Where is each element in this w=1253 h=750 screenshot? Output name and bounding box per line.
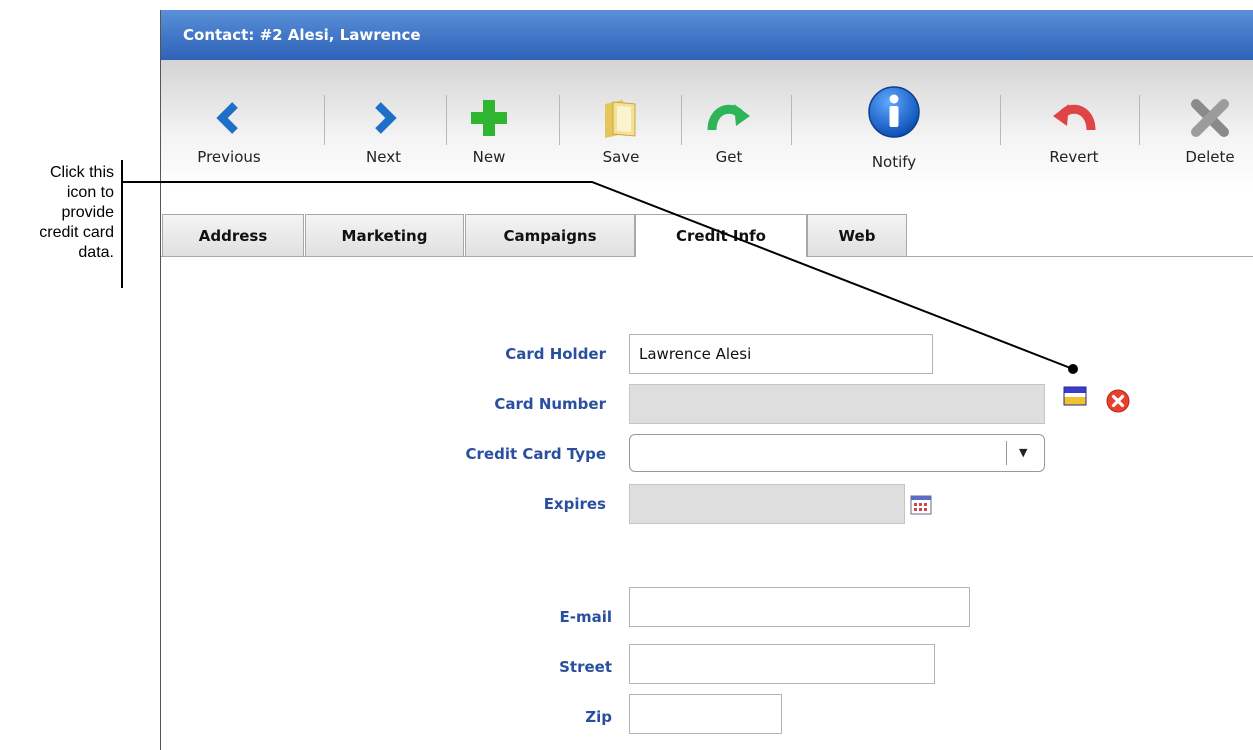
toolbar-divider [1000,95,1001,145]
street-label: Street [559,658,612,676]
notify-button[interactable]: Notify [839,60,949,190]
toolbar-divider [559,95,560,145]
chevron-right-icon [374,102,397,134]
email-label: E-mail [559,608,612,626]
get-button[interactable]: Get [689,60,769,190]
email-input[interactable] [629,587,970,627]
callout-text: Click this icon to provide credit card d… [0,163,114,263]
street-input[interactable] [629,644,935,684]
callout-bracket [121,160,123,288]
chevron-left-icon [216,102,238,134]
delete-label: Delete [1185,148,1235,166]
toolbar-divider [324,95,325,145]
new-label: New [472,148,506,166]
callout-line: provide [61,204,114,221]
card-type-select[interactable]: ▼ [629,434,1045,472]
info-icon [868,86,920,138]
next-button[interactable]: Next [336,60,431,190]
window-titlebar: Contact: #2 Alesi, Lawrence [161,10,1253,60]
revert-button[interactable]: Revert [1029,60,1119,190]
toolbar-divider [681,95,682,145]
toolbar: Previous Next New Save Get Notify Revert… [161,60,1253,190]
card-holder-input[interactable] [629,334,933,374]
card-number-input[interactable] [629,384,1045,424]
clear-icon[interactable] [1106,389,1130,413]
toolbar-divider [1139,95,1140,145]
save-button[interactable]: Save [581,60,661,190]
tab-credit-info[interactable]: Credit Info [635,214,807,257]
tab-marketing[interactable]: Marketing [305,214,464,256]
contact-window: Contact: #2 Alesi, Lawrence Previous Nex… [160,10,1253,750]
folder-icon [605,100,636,138]
card-number-label: Card Number [494,395,606,413]
zip-label: Zip [585,708,612,726]
zip-input[interactable] [629,694,782,734]
credit-card-icon[interactable] [1063,386,1087,406]
delete-button[interactable]: Delete [1166,60,1253,190]
previous-label: Previous [197,148,261,166]
window-title: Contact: #2 Alesi, Lawrence [183,26,421,44]
previous-button[interactable]: Previous [179,60,279,190]
chevron-down-icon[interactable]: ▼ [1019,446,1027,459]
callout-line: icon to [66,184,114,201]
expires-input[interactable] [629,484,905,524]
next-label: Next [366,148,401,166]
undo-icon [1053,104,1096,131]
tab-campaigns[interactable]: Campaigns [465,214,635,256]
callout-line: data. [78,244,114,261]
save-label: Save [602,148,640,166]
delete-x-icon [1191,99,1229,137]
get-label: Get [715,148,743,166]
expires-label: Expires [543,495,606,513]
tab-address[interactable]: Address [162,214,304,256]
plus-icon [471,100,507,136]
toolbar-divider [791,95,792,145]
toolbar-divider [446,95,447,145]
card-type-label: Credit Card Type [465,445,606,463]
notify-label: Notify [871,153,917,171]
calendar-icon[interactable] [910,495,932,515]
new-button[interactable]: New [449,60,529,190]
callout-line: Click this [49,164,114,181]
refresh-icon [707,104,750,131]
revert-label: Revert [1049,148,1099,166]
tab-bar: Address Marketing Campaigns Credit Info … [161,214,1253,257]
card-holder-label: Card Holder [505,345,606,363]
callout-line: credit card [39,224,114,241]
select-divider [1006,441,1007,465]
tab-web[interactable]: Web [807,214,907,256]
